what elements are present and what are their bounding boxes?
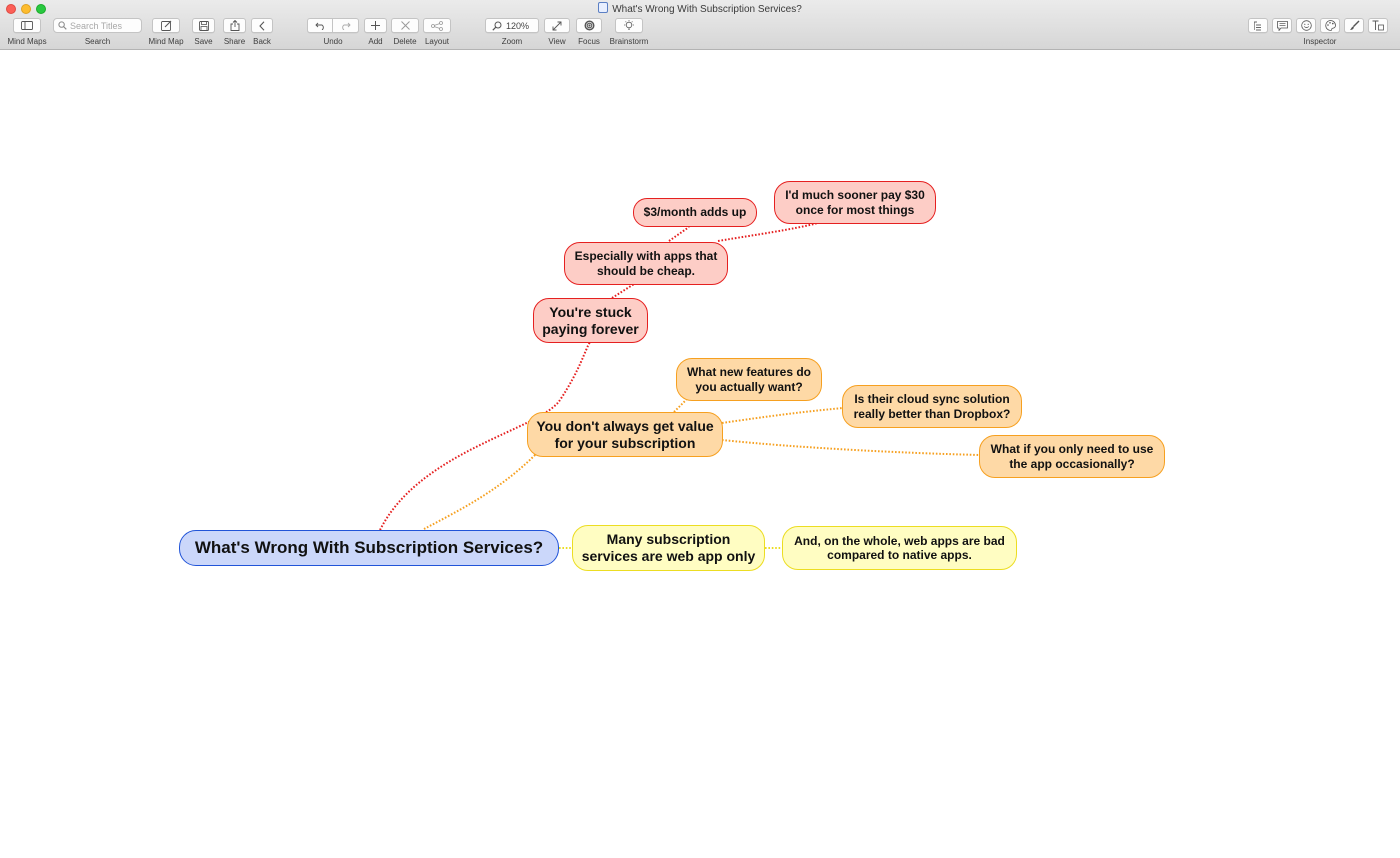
connector-value-to-occasionally [721, 439, 981, 456]
save-label: Save [194, 37, 213, 46]
style-inspector-button[interactable] [1344, 18, 1364, 33]
brainstorm-button[interactable] [615, 18, 643, 33]
undo-label: Undo [323, 37, 343, 46]
text-format-icon [1372, 20, 1384, 31]
node-use-occasionally[interactable]: What if you only need to use the app occ… [979, 435, 1165, 478]
plus-icon [371, 21, 380, 30]
connector-value-to-cloud [721, 407, 844, 424]
window-title-text: What's Wrong With Subscription Services? [612, 4, 802, 15]
share-item: Share [223, 18, 246, 46]
redo-icon [342, 22, 351, 30]
inspector-item: Inspector [1248, 18, 1388, 46]
delete-button[interactable] [391, 18, 419, 33]
search-input[interactable] [67, 20, 134, 31]
connector-especially-to-3month [668, 226, 690, 242]
layout-icon [431, 20, 443, 31]
mind-map-item: Mind Map [148, 18, 184, 46]
brainstorm-label: Brainstorm [609, 37, 649, 46]
undo-redo-segment [307, 18, 359, 33]
text-inspector-button[interactable] [1368, 18, 1388, 33]
add-item: Add [364, 18, 387, 46]
lightbulb-icon [624, 20, 634, 30]
outline-icon [1254, 21, 1261, 30]
new-mind-map-button[interactable] [152, 18, 180, 33]
connector-root-to-value [423, 453, 537, 530]
back-label: Back [253, 37, 271, 46]
share-icon [230, 20, 239, 31]
delete-label: Delete [393, 37, 417, 46]
toolbar: What's Wrong With Subscription Services?… [0, 0, 1400, 50]
save-item: Save [192, 18, 215, 46]
chevron-left-icon [259, 20, 265, 31]
node-new-features[interactable]: What new features do you actually want? [676, 358, 822, 401]
connector-stuck-to-especially [611, 283, 635, 299]
sidebar-icon [21, 21, 33, 30]
redo-button[interactable] [333, 18, 359, 33]
back-button[interactable] [251, 18, 273, 33]
mind-maps-item: Mind Maps [7, 18, 47, 46]
close-icon [400, 21, 410, 30]
add-label: Add [368, 37, 383, 46]
node-web-apps-bad[interactable]: And, on the whole, web apps are bad comp… [782, 526, 1017, 570]
node-web-app-only[interactable]: Many subscription services are web app o… [572, 525, 765, 571]
stickers-inspector-button[interactable] [1296, 18, 1316, 33]
add-button[interactable] [364, 18, 387, 33]
note-icon [1276, 20, 1288, 31]
focus-item: Focus [576, 18, 602, 46]
mind-maps-label: Mind Maps [7, 37, 47, 46]
mind-maps-button[interactable] [13, 18, 41, 33]
brush-icon [1349, 20, 1359, 30]
search-label: Search [84, 37, 111, 46]
mind-map-canvas[interactable]: What's Wrong With Subscription Services?… [0, 50, 1400, 858]
layout-item: Layout [423, 18, 451, 46]
view-label: View [548, 37, 566, 46]
focus-button[interactable] [576, 18, 602, 33]
app-window: What's Wrong With Subscription Services?… [0, 0, 1400, 858]
node-cloud-sync[interactable]: Is their cloud sync solution really bett… [842, 385, 1022, 428]
node-pay-30-once[interactable]: I'd much sooner pay $30 once for most th… [774, 181, 936, 224]
node-stuck-paying-forever[interactable]: You're stuck paying forever [533, 298, 648, 343]
document-icon [598, 2, 609, 13]
share-button[interactable] [223, 18, 246, 33]
view-item: View [544, 18, 570, 46]
root-node[interactable]: What's Wrong With Subscription Services? [179, 530, 559, 566]
undo-icon [314, 22, 324, 30]
search-box[interactable] [53, 18, 142, 33]
inspector-label: Inspector [1303, 37, 1337, 46]
back-item: Back [251, 18, 273, 46]
window-title: What's Wrong With Subscription Services? [0, 2, 1400, 16]
undo-redo-item: Undo [307, 18, 359, 46]
delete-item: Delete [391, 18, 419, 46]
inspector-toolbar [1248, 18, 1388, 33]
mind-map-label: Mind Map [148, 37, 184, 46]
expand-icon [552, 21, 562, 30]
outline-inspector-button[interactable] [1248, 18, 1268, 33]
undo-button[interactable] [307, 18, 333, 33]
layout-button[interactable] [423, 18, 451, 33]
focus-icon [584, 20, 594, 31]
smiley-icon [1300, 20, 1312, 31]
node-especially-cheap[interactable]: Especially with apps that should be chea… [564, 242, 728, 285]
zoom-item: 120% Zoom [485, 18, 539, 46]
magnifier-icon [492, 21, 502, 31]
node-3-month-adds-up[interactable]: $3/month adds up [633, 198, 757, 227]
share-label: Share [223, 37, 246, 46]
save-icon [198, 20, 209, 31]
brainstorm-item: Brainstorm [610, 18, 648, 46]
notes-inspector-button[interactable] [1272, 18, 1292, 33]
zoom-label: Zoom [501, 37, 523, 46]
view-button[interactable] [544, 18, 570, 33]
compose-icon [160, 20, 171, 31]
layout-label: Layout [424, 37, 450, 46]
zoom-value: 120% [506, 20, 530, 31]
palette-icon [1324, 20, 1336, 31]
theme-inspector-button[interactable] [1320, 18, 1340, 33]
node-value-for-subscription[interactable]: You don't always get value for your subs… [527, 412, 723, 457]
search-icon [58, 21, 67, 30]
search-item: Search [53, 18, 142, 46]
zoom-button[interactable]: 120% [485, 18, 539, 33]
save-button[interactable] [192, 18, 215, 33]
focus-label: Focus [578, 37, 600, 46]
